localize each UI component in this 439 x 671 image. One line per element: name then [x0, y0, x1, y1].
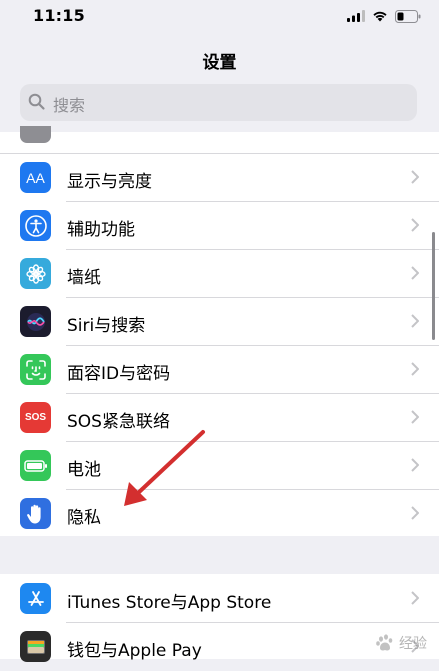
sos-icon: SOS	[20, 402, 51, 433]
settings-group-1: AA 显示与亮度 辅助功能 墙纸 Siri与搜索 面容ID与密码 SOS SOS…	[0, 126, 439, 538]
settings-row-privacy[interactable]: 隐私	[0, 490, 439, 538]
status-bar: 11:15	[0, 0, 439, 34]
watermark-text: 经验	[399, 636, 427, 652]
settings-row-label: 钱包与Apple Pay	[67, 641, 202, 661]
settings-row-label: SOS紧急联络	[67, 412, 170, 432]
chevron-right-icon	[411, 314, 419, 328]
wifi-icon	[373, 11, 387, 22]
scroll-indicator	[432, 232, 435, 340]
settings-row-wallpaper[interactable]: 墙纸	[0, 250, 439, 298]
settings-row-accessibility[interactable]: 辅助功能	[0, 202, 439, 250]
settings-row-label: iTunes Store与App Store	[67, 593, 272, 613]
settings-row-label: Siri与搜索	[67, 316, 146, 336]
face-id-icon	[20, 354, 51, 385]
settings-row-face-id[interactable]: 面容ID与密码	[0, 346, 439, 394]
settings-row-label: 辅助功能	[67, 220, 135, 240]
battery-status-icon	[395, 9, 421, 23]
settings-row-label: 电池	[67, 460, 101, 480]
page-title: 设置	[202, 53, 237, 73]
settings-group-2: iTunes Store与App Store 钱包与Apple Pay	[0, 574, 439, 662]
settings-row-battery[interactable]: 电池	[0, 442, 439, 490]
display-brightness-icon: AA	[20, 162, 51, 193]
settings-row-sos[interactable]: SOS SOS紧急联络	[0, 394, 439, 442]
settings-row-app-store[interactable]: iTunes Store与App Store	[0, 575, 439, 623]
app-store-icon	[20, 583, 51, 614]
settings-row-label: 墙纸	[67, 268, 101, 288]
wallet-icon	[20, 631, 51, 662]
chevron-right-icon	[411, 410, 419, 424]
accessibility-icon	[20, 210, 51, 241]
settings-row-wallet[interactable]: 钱包与Apple Pay	[0, 623, 439, 671]
search-bar[interactable]: 搜索	[20, 84, 417, 121]
privacy-hand-icon	[20, 498, 51, 529]
settings-row-siri[interactable]: Siri与搜索	[0, 298, 439, 346]
search-input[interactable]: 搜索	[53, 92, 85, 116]
settings-row-label: 显示与亮度	[67, 172, 152, 192]
settings-row-label: 面容ID与密码	[67, 364, 171, 384]
wallpaper-flower-icon	[20, 258, 51, 289]
siri-icon	[20, 306, 51, 337]
chevron-right-icon	[411, 170, 419, 184]
chevron-right-icon	[411, 506, 419, 520]
battery-icon	[20, 450, 51, 481]
chevron-right-icon	[411, 266, 419, 280]
chevron-right-icon	[411, 591, 419, 605]
settings-row-display[interactable]: AA 显示与亮度	[0, 154, 439, 202]
cellular-signal-icon	[347, 10, 365, 22]
search-icon	[28, 93, 45, 110]
chevron-right-icon	[411, 362, 419, 376]
baidu-watermark: 经验	[375, 633, 427, 653]
partial-row	[0, 126, 439, 146]
settings-row-label: 隐私	[67, 508, 101, 528]
status-time: 11:15	[33, 6, 85, 25]
chevron-right-icon	[411, 458, 419, 472]
chevron-right-icon	[411, 218, 419, 232]
paw-icon	[376, 634, 393, 651]
